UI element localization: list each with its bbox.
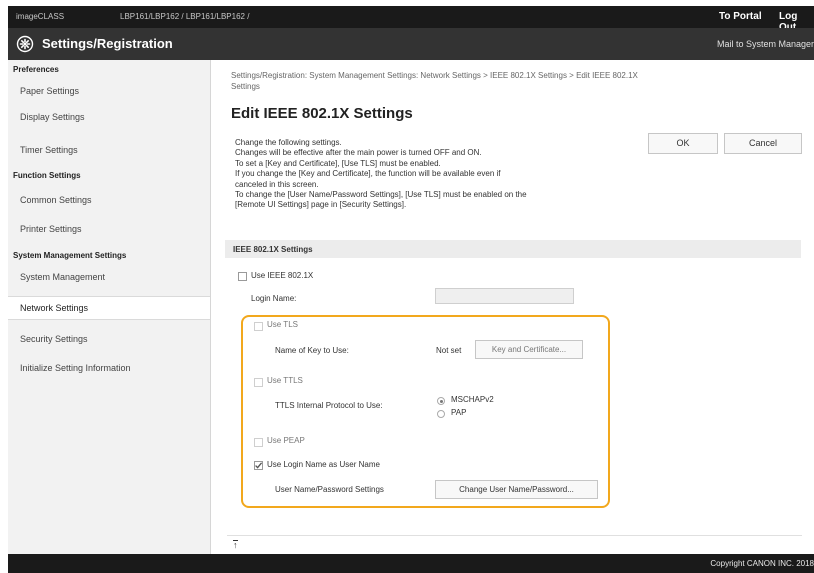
sidebar-item-label: Initialize Setting Information xyxy=(20,363,131,373)
sidebar-item-common-settings[interactable]: Common Settings xyxy=(8,189,210,211)
device-name: imageCLASS xyxy=(16,12,65,21)
sidebar-item-security-settings[interactable]: Security Settings xyxy=(8,328,210,350)
use-ttls-label: Use TTLS xyxy=(267,376,303,385)
sidebar-item-printer-settings[interactable]: Printer Settings xyxy=(8,218,210,240)
user-password-settings-label: User Name/Password Settings xyxy=(275,485,384,494)
login-name-label: Login Name: xyxy=(251,294,297,303)
mail-to-system-manager-link[interactable]: Mail to System Manager xyxy=(717,39,814,49)
login-name-field[interactable] xyxy=(435,288,574,304)
top-bar: imageCLASS LBP161/LBP162 / LBP161/LBP162… xyxy=(8,6,814,33)
use-ttls-checkbox[interactable] xyxy=(254,378,263,387)
app-title: Settings/Registration xyxy=(42,36,173,51)
ttls-protocol-label: TTLS Internal Protocol to Use: xyxy=(275,401,383,410)
instructions: Change the following settings. Changes w… xyxy=(235,138,527,211)
section-header: IEEE 802.1X Settings xyxy=(225,240,801,258)
ttls-mschapv2-label: MSCHAPv2 xyxy=(451,395,494,404)
sidebar-group-function-settings: Function Settings xyxy=(13,171,81,180)
use-ieee-8021x-label: Use IEEE 802.1X xyxy=(251,271,314,280)
sidebar-item-label: Printer Settings xyxy=(20,224,82,234)
change-user-name-password-button[interactable]: Change User Name/Password... xyxy=(435,480,598,499)
ttls-mschapv2-radio[interactable] xyxy=(437,397,445,405)
use-peap-checkbox[interactable] xyxy=(254,438,263,447)
sidebar-item-initialize-setting-information[interactable]: Initialize Setting Information xyxy=(8,357,210,379)
sidebar-item-label: Security Settings xyxy=(20,334,88,344)
sidebar-item-system-management[interactable]: System Management xyxy=(8,266,210,288)
page-title: Edit IEEE 802.1X Settings xyxy=(231,105,413,122)
instruction-line: [Remote UI Settings] page in [Security S… xyxy=(235,200,407,210)
use-login-name-as-user-name-label: Use Login Name as User Name xyxy=(267,460,380,469)
divider xyxy=(227,535,802,536)
app-header: Settings/Registration Mail to System Man… xyxy=(8,28,814,60)
device-path: LBP161/LBP162 / LBP161/LBP162 / xyxy=(120,12,250,21)
key-to-use-value: Not set xyxy=(436,346,462,355)
instruction-line: canceled in this screen. xyxy=(235,179,319,189)
instruction-line: To set a [Key and Certificate], [Use TLS… xyxy=(235,158,441,168)
section-title: IEEE 802.1X Settings xyxy=(233,245,313,254)
copyright-text: Copyright CANON INC. 2018 xyxy=(710,559,814,568)
use-login-name-as-user-name-checkbox[interactable] xyxy=(254,461,263,470)
sidebar-item-display-settings[interactable]: Display Settings xyxy=(8,106,210,128)
sidebar-item-label: Display Settings xyxy=(20,112,85,122)
sidebar: Preferences Paper Settings Display Setti… xyxy=(8,60,211,554)
use-peap-label: Use PEAP xyxy=(267,436,305,445)
use-tls-label: Use TLS xyxy=(267,320,298,329)
sidebar-item-label: Paper Settings xyxy=(20,86,80,96)
sidebar-item-label: Network Settings xyxy=(20,303,89,313)
gear-icon xyxy=(16,35,34,53)
breadcrumb-line-1: Settings/Registration: System Management… xyxy=(231,71,638,80)
use-tls-checkbox[interactable] xyxy=(254,322,263,331)
checkmark-icon xyxy=(255,462,263,469)
main-content: Settings/Registration: System Management… xyxy=(211,60,814,554)
breadcrumb-line-2: Settings xyxy=(231,82,260,91)
sidebar-item-label: Common Settings xyxy=(20,195,92,205)
instruction-line: To change the [User Name/Password Settin… xyxy=(235,190,527,200)
instruction-line: Changes will be effective after the main… xyxy=(235,148,482,158)
key-and-certificate-button[interactable]: Key and Certificate... xyxy=(475,340,583,359)
sidebar-item-network-settings[interactable]: Network Settings xyxy=(8,296,210,320)
instruction-line: Change the following settings. xyxy=(235,138,342,147)
ok-button[interactable]: OK xyxy=(648,133,718,154)
ttls-pap-radio[interactable] xyxy=(437,410,445,418)
sidebar-item-label: System Management xyxy=(20,272,106,282)
key-to-use-label: Name of Key to Use: xyxy=(275,346,349,355)
sidebar-item-label: Timer Settings xyxy=(20,145,78,155)
page-top-link[interactable]: ↑ xyxy=(233,540,238,550)
use-ieee-8021x-checkbox[interactable] xyxy=(238,272,247,281)
instruction-line: If you change the [Key and Certificate],… xyxy=(235,169,501,179)
ttls-pap-label: PAP xyxy=(451,408,467,417)
cancel-button[interactable]: Cancel xyxy=(724,133,802,154)
to-portal-link[interactable]: To Portal xyxy=(719,11,762,22)
footer-bar: Copyright CANON INC. 2018 xyxy=(8,554,814,573)
sidebar-item-paper-settings[interactable]: Paper Settings xyxy=(8,80,210,102)
breadcrumb: Settings/Registration: System Management… xyxy=(231,70,791,92)
sidebar-group-preferences: Preferences xyxy=(13,65,59,74)
sidebar-group-system-management-settings: System Management Settings xyxy=(13,251,127,260)
sidebar-item-timer-settings[interactable]: Timer Settings xyxy=(8,139,210,161)
